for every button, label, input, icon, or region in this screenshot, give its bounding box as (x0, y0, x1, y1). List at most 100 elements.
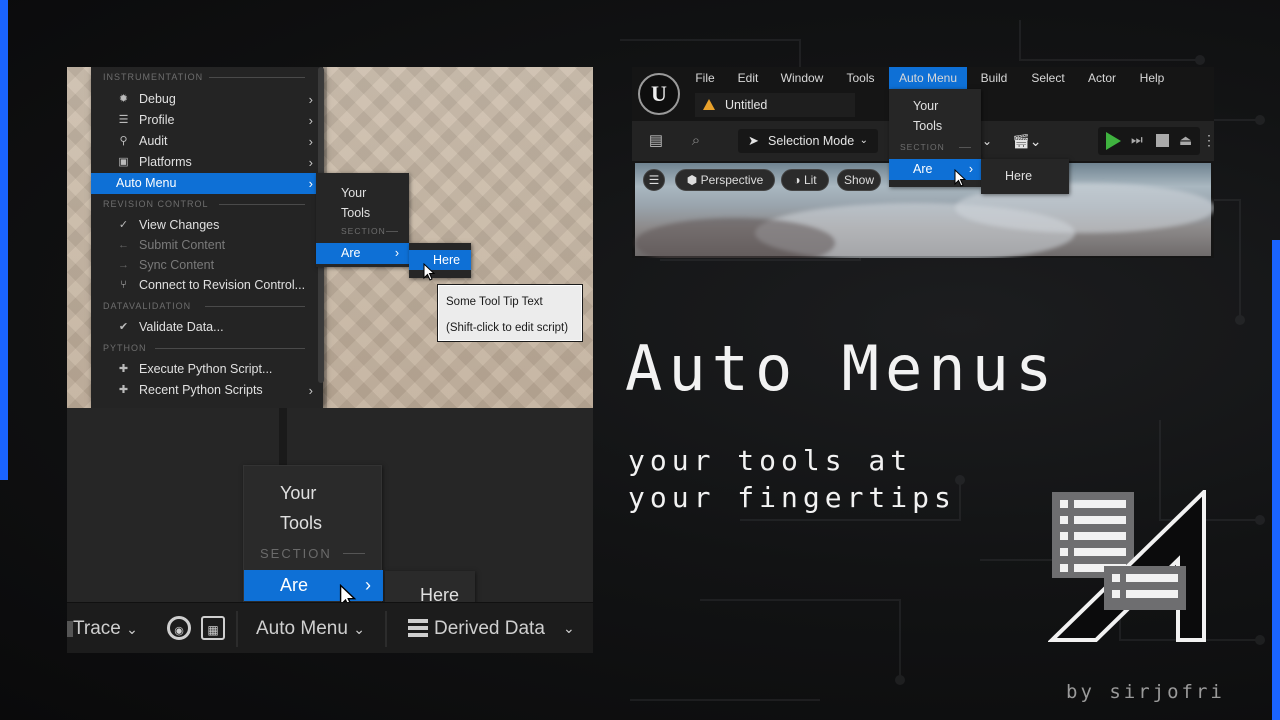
menu-item-execute-python[interactable]: ✚ Execute Python Script... (91, 359, 323, 380)
section-python: PYTHON (91, 338, 323, 358)
menu-item-label: Auto Menu (116, 176, 177, 190)
ue-editor-screenshot: U File Edit Window Tools Auto Menu Build… (632, 67, 1214, 258)
menu-item-submit-content[interactable]: ← Submit Content (91, 235, 323, 256)
lit-button[interactable]: ◑ Lit (781, 169, 829, 191)
menu-actor[interactable]: Actor (1084, 67, 1120, 89)
menu-file[interactable]: File (692, 67, 718, 89)
show-button[interactable]: Show (837, 169, 881, 191)
selection-mode-dropdown[interactable]: ➤ Selection Mode ⌄ (738, 129, 878, 153)
menu-item-recent-python[interactable]: ✚ Recent Python Scripts › (91, 380, 323, 401)
menu-item-view-changes[interactable]: ✓ View Changes (91, 215, 323, 236)
perspective-label: Perspective (700, 173, 764, 187)
mouse-cursor-icon (423, 263, 436, 281)
menu-item-label: View Changes (139, 218, 220, 232)
submenu-your-tools[interactable]: Your Tools (280, 478, 322, 538)
chevron-down-icon: ⌄ (859, 135, 868, 146)
submenu-section-label: SECTION (900, 142, 945, 152)
toolbar-separator (385, 611, 387, 647)
chevron-right-icon: › (394, 246, 399, 260)
tagline-line-1: your tools at (628, 444, 913, 477)
submenu-item-here[interactable]: Here (1005, 167, 1032, 185)
menu-item-validate-data[interactable]: ✔ Validate Data... (91, 317, 323, 338)
section-divider (959, 147, 971, 148)
panel-divider (279, 408, 287, 468)
eject-icon[interactable]: ⏏︎ (1179, 132, 1192, 149)
profile-icon: ☰ (118, 114, 129, 126)
tooltip-line-1: Some Tool Tip Text (446, 296, 543, 308)
python-icon: ✚ (118, 384, 129, 396)
chevron-right-icon: › (365, 575, 371, 595)
menu-item-label: Profile (139, 113, 175, 127)
database-icon (408, 619, 428, 637)
level-warning-icon (703, 99, 715, 110)
menu-item-auto-menu[interactable]: Auto Menu › (91, 173, 323, 194)
menu-item-profile[interactable]: ☰ Profile › (91, 110, 323, 131)
submenu-tools: Tools (913, 119, 943, 133)
lit-sphere-icon: ◑ (793, 173, 801, 187)
validate-icon: ✔ (118, 321, 129, 333)
submenu-are-label: Are (341, 246, 361, 260)
menu-build[interactable]: Build (976, 67, 1012, 89)
save-icon[interactable]: ▤ (644, 129, 668, 153)
perspective-button[interactable]: ⬢ Perspective (675, 169, 775, 191)
platforms-icon: ▣ (118, 156, 129, 168)
submenu-section-label: SECTION (341, 226, 386, 236)
submenu-item-are[interactable]: Are › (316, 243, 409, 264)
arrow-left-icon: ← (118, 239, 129, 251)
submenu-are-label: Are (280, 575, 309, 595)
level-tab[interactable]: Untitled (695, 93, 855, 117)
menu-select[interactable]: Select (1028, 67, 1068, 89)
cinematics-icon[interactable]: 🎬︎⌄ (1012, 129, 1052, 153)
menu-item-audit[interactable]: ⚲ Audit › (91, 131, 323, 152)
menu-help[interactable]: Help (1136, 67, 1168, 89)
chevron-down-icon: ⌄ (353, 621, 365, 637)
menu-window[interactable]: Window (777, 67, 827, 89)
hamburger-menu-icon[interactable]: ☰ (643, 169, 665, 191)
editor-tools-menu: INSTRUMENTATION ✹ Debug › ☰ Profile › ⚲ Audit… (91, 67, 323, 408)
submenu-your-tools[interactable]: Your Tools (913, 96, 942, 136)
section-revision-control: REVISION CONTROL (91, 194, 323, 214)
menu-item-sync-content[interactable]: → Sync Content (91, 255, 323, 276)
menu-item-platforms[interactable]: ▣ Platforms › (91, 152, 323, 173)
trace-dropdown[interactable]: Trace ⌄ (73, 603, 138, 653)
cube-icon: ⬢ (686, 173, 698, 187)
left-screenshot: INSTRUMENTATION ✹ Debug › ☰ Profile › ⚲ Audit… (67, 67, 593, 653)
submenu-your: Your (280, 483, 317, 503)
auto-menu-dropdown[interactable]: Auto Menu ⌄ (256, 603, 365, 653)
submenu-your: Your (913, 99, 939, 113)
submenu-are-label: Are (913, 162, 933, 176)
play-icon[interactable] (1106, 132, 1121, 150)
submenu-item-here[interactable]: Here (409, 250, 471, 270)
derived-data-dropdown[interactable]: Derived Data (434, 603, 545, 653)
menu-item-label: Validate Data... (139, 320, 224, 334)
tooltip-line-2: (Shift-click to edit script) (446, 322, 569, 334)
chevron-right-icon: › (308, 176, 313, 191)
more-options-icon[interactable]: ⋮ (1202, 132, 1214, 149)
derived-data-label: Derived Data (434, 618, 545, 639)
chevron-right-icon: › (308, 113, 313, 128)
step-icon[interactable]: ⏭︎ (1131, 132, 1145, 150)
browse-icon[interactable]: ⌕ (684, 129, 708, 153)
menu-edit[interactable]: Edit (734, 67, 762, 89)
chevron-right-icon: › (308, 134, 313, 149)
menu-item-debug[interactable]: ✹ Debug › (91, 89, 323, 110)
menu-auto-menu[interactable]: Auto Menu (889, 67, 967, 89)
mouse-cursor-icon (954, 169, 967, 187)
menu-item-connect-revision-control[interactable]: ⑂ Connect to Revision Control... (91, 275, 323, 296)
menu-tools[interactable]: Tools (843, 67, 878, 89)
audit-icon: ⚲ (119, 135, 128, 147)
menu-item-label: Sync Content (139, 258, 215, 272)
chevron-down-icon[interactable]: ⌄ (982, 129, 998, 153)
selection-mode-label: Selection Mode (768, 134, 855, 148)
camera-icon[interactable]: ▦ (201, 616, 225, 640)
chevron-down-icon[interactable]: ⌄ (563, 603, 575, 653)
menu-item-label: Connect to Revision Control... (139, 278, 306, 292)
hero-tagline: your tools at your fingertips (628, 442, 956, 516)
menu-item-label: Recent Python Scripts (139, 383, 263, 397)
submenu-item-are[interactable]: Are › (244, 570, 383, 601)
stop-icon[interactable] (1156, 134, 1169, 147)
insights-icon[interactable]: ◉ (167, 616, 191, 640)
chevron-down-icon: ⌄ (126, 621, 138, 637)
submenu-your-tools[interactable]: Your Tools (341, 183, 370, 223)
unreal-logo-icon: U (638, 73, 680, 115)
